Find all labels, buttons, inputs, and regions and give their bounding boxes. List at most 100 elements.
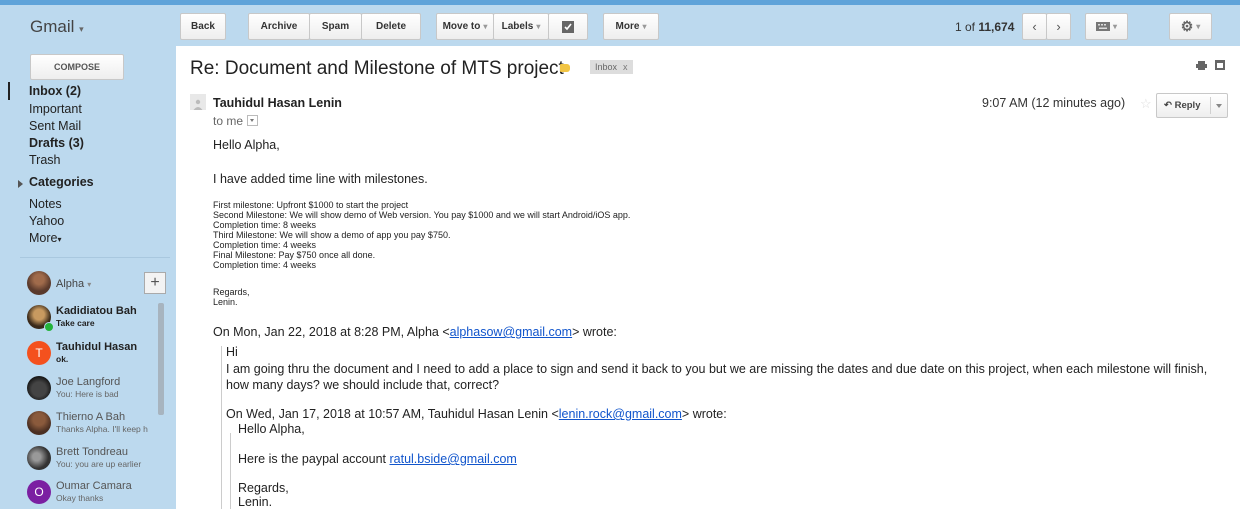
chevron-down-icon: ▾ (536, 22, 541, 31)
message-subject: Re: Document and Milestone of MTS projec… (190, 58, 564, 79)
quote1-email-link[interactable]: alphasow@gmail.com (450, 325, 572, 339)
more-options-icon[interactable] (1216, 104, 1222, 108)
reply-divider (1210, 97, 1211, 114)
contact-item[interactable]: T Tauhidul Hasan ok. (27, 339, 159, 369)
chevron-down-icon: ▾ (87, 280, 92, 289)
contact-status: You: Here is bad (56, 389, 119, 399)
spam-button[interactable]: Spam (309, 13, 362, 40)
chevron-left-icon: ‹ (1032, 19, 1037, 34)
older-button[interactable]: › (1046, 13, 1071, 40)
contact-name: Tauhidul Hasan (56, 341, 138, 353)
pager-prefix: 1 of (955, 20, 979, 34)
milestone-line: Second Milestone: We will show demo of W… (213, 210, 631, 220)
quote1-header-pre: On Mon, Jan 22, 2018 at 8:28 PM, Alpha < (213, 325, 450, 339)
avatar[interactable] (27, 271, 51, 295)
gmail-logo-text: Gmail (30, 17, 75, 36)
sidebar-item-inbox[interactable]: Inbox (2) (29, 84, 81, 98)
back-button[interactable]: Back (180, 13, 226, 40)
quote2-paypal: Here is the paypal account ratul.bside@g… (238, 452, 517, 466)
gear-icon: ⚙ (1180, 18, 1194, 34)
contact-status: ok. (56, 354, 69, 364)
chevron-down-icon: ▾ (1112, 22, 1117, 31)
labels-label: Labels (501, 21, 534, 32)
hangouts-user[interactable]: Alpha ▾ (56, 278, 91, 290)
move-to-button[interactable]: Move to ▾ (436, 13, 494, 40)
message-intro: I have added time line with milestones. (213, 172, 428, 186)
message-time: 9:07 AM (12 minutes ago) (982, 96, 1126, 110)
chevron-down-icon: ▾ (642, 22, 647, 31)
top-bar: Gmail ▾ Back Archive Spam Delete Move to… (0, 0, 1240, 46)
input-tools-button[interactable]: ▾ (1085, 13, 1128, 40)
quote2-greeting: Hello Alpha, (238, 422, 305, 436)
chevron-right-icon: › (1056, 19, 1061, 34)
contact-item[interactable]: Kadidiatou Bah Take care (27, 303, 159, 333)
milestone-line: First milestone: Upfront $1000 to start … (213, 200, 409, 210)
sidebar-item-trash[interactable]: Trash (29, 153, 61, 167)
newer-button[interactable]: ‹ (1022, 13, 1047, 40)
sidebar-item-important[interactable]: Important (29, 102, 82, 116)
show-details-icon[interactable] (247, 115, 259, 126)
sidebar-item-notes[interactable]: Notes (29, 197, 62, 211)
new-window-icon[interactable] (1215, 60, 1225, 70)
sidebar-divider (20, 257, 170, 258)
paypal-email-link[interactable]: ratul.bside@gmail.com (389, 452, 516, 466)
recipient-line: to me (213, 114, 259, 128)
sidebar-item-yahoo[interactable]: Yahoo (29, 214, 64, 228)
avatar: T (27, 341, 51, 365)
contact-item[interactable]: O Oumar Camara Okay thanks (27, 478, 159, 508)
quote2-header-pre: On Wed, Jan 17, 2018 at 10:57 AM, Tauhid… (226, 407, 559, 421)
signature-name: Lenin. (213, 297, 238, 307)
contact-status: You: you are up earlier (56, 459, 142, 469)
contact-status: Thanks Alpha. I'll keep h (56, 424, 148, 434)
chevron-down-icon: ▾ (79, 24, 84, 34)
contact-status: Okay thanks (56, 493, 104, 503)
sidebar-item-drafts[interactable]: Drafts (3) (29, 136, 84, 150)
label-tag-icon[interactable] (560, 64, 570, 72)
expand-triangle-icon[interactable] (18, 180, 23, 188)
sender-avatar[interactable] (190, 94, 206, 110)
labels-button[interactable]: Labels ▾ (493, 13, 549, 40)
contact-item[interactable]: Joe Langford You: Here is bad (27, 374, 159, 404)
quote2-email-link[interactable]: lenin.rock@gmail.com (559, 407, 682, 421)
contact-status: Take care (56, 318, 95, 328)
add-to-tasks-button[interactable] (548, 13, 588, 40)
delete-button[interactable]: Delete (361, 13, 421, 40)
contact-name: Brett Tondreau (56, 446, 128, 458)
chevron-down-icon: ▾ (483, 22, 488, 31)
contact-item[interactable]: Brett Tondreau You: you are up earlier (27, 444, 159, 474)
pager-total: 11,674 (978, 20, 1015, 34)
compose-button[interactable]: COMPOSE (30, 54, 124, 80)
online-status-icon (44, 322, 54, 332)
sender-name[interactable]: Tauhidul Hasan Lenin (213, 96, 342, 110)
contact-name: Oumar Camara (56, 480, 132, 492)
sidebar-item-sent-mail[interactable]: Sent Mail (29, 119, 81, 133)
sidebar-item-more[interactable]: More▾ (29, 231, 62, 245)
sidebar-item-categories[interactable]: Categories (29, 175, 94, 189)
remove-label-icon[interactable]: x (623, 62, 628, 72)
quote1-header: On Mon, Jan 22, 2018 at 8:28 PM, Alpha <… (213, 325, 617, 339)
inbox-label-chip[interactable]: Inbox x (590, 60, 633, 74)
tasks-icon (562, 20, 574, 33)
quote1-body: I am going thru the document and I need … (226, 362, 1208, 392)
contact-name: Kadidiatou Bah (56, 305, 137, 317)
reply-button[interactable]: ↶ Reply (1156, 93, 1228, 118)
signature-regards: Regards, (213, 287, 250, 297)
print-icon[interactable] (1196, 61, 1207, 70)
reply-arrow-icon: ↶ (1164, 100, 1172, 111)
more-button[interactable]: More ▾ (603, 13, 659, 40)
sidebar-more-label: More (29, 231, 58, 245)
chevron-down-icon: ▾ (1196, 22, 1201, 31)
message-greeting: Hello Alpha, (213, 138, 280, 152)
quote2-header: On Wed, Jan 17, 2018 at 10:57 AM, Tauhid… (226, 407, 727, 421)
milestone-line: Third Milestone: We will show a demo of … (213, 230, 451, 240)
archive-button[interactable]: Archive (248, 13, 310, 40)
contact-item[interactable]: Thierno A Bah Thanks Alpha. I'll keep h (27, 409, 159, 439)
star-icon[interactable]: ☆ (1140, 96, 1152, 112)
reply-label-wrap: ↶ Reply (1164, 100, 1200, 111)
settings-button[interactable]: ⚙ ▾ (1169, 13, 1212, 40)
recipient-label: to me (213, 114, 244, 128)
avatar (27, 376, 51, 400)
reply-label: Reply (1174, 100, 1201, 111)
gmail-menu[interactable]: Gmail ▾ (30, 17, 84, 37)
new-conversation-button[interactable]: + (144, 272, 166, 294)
